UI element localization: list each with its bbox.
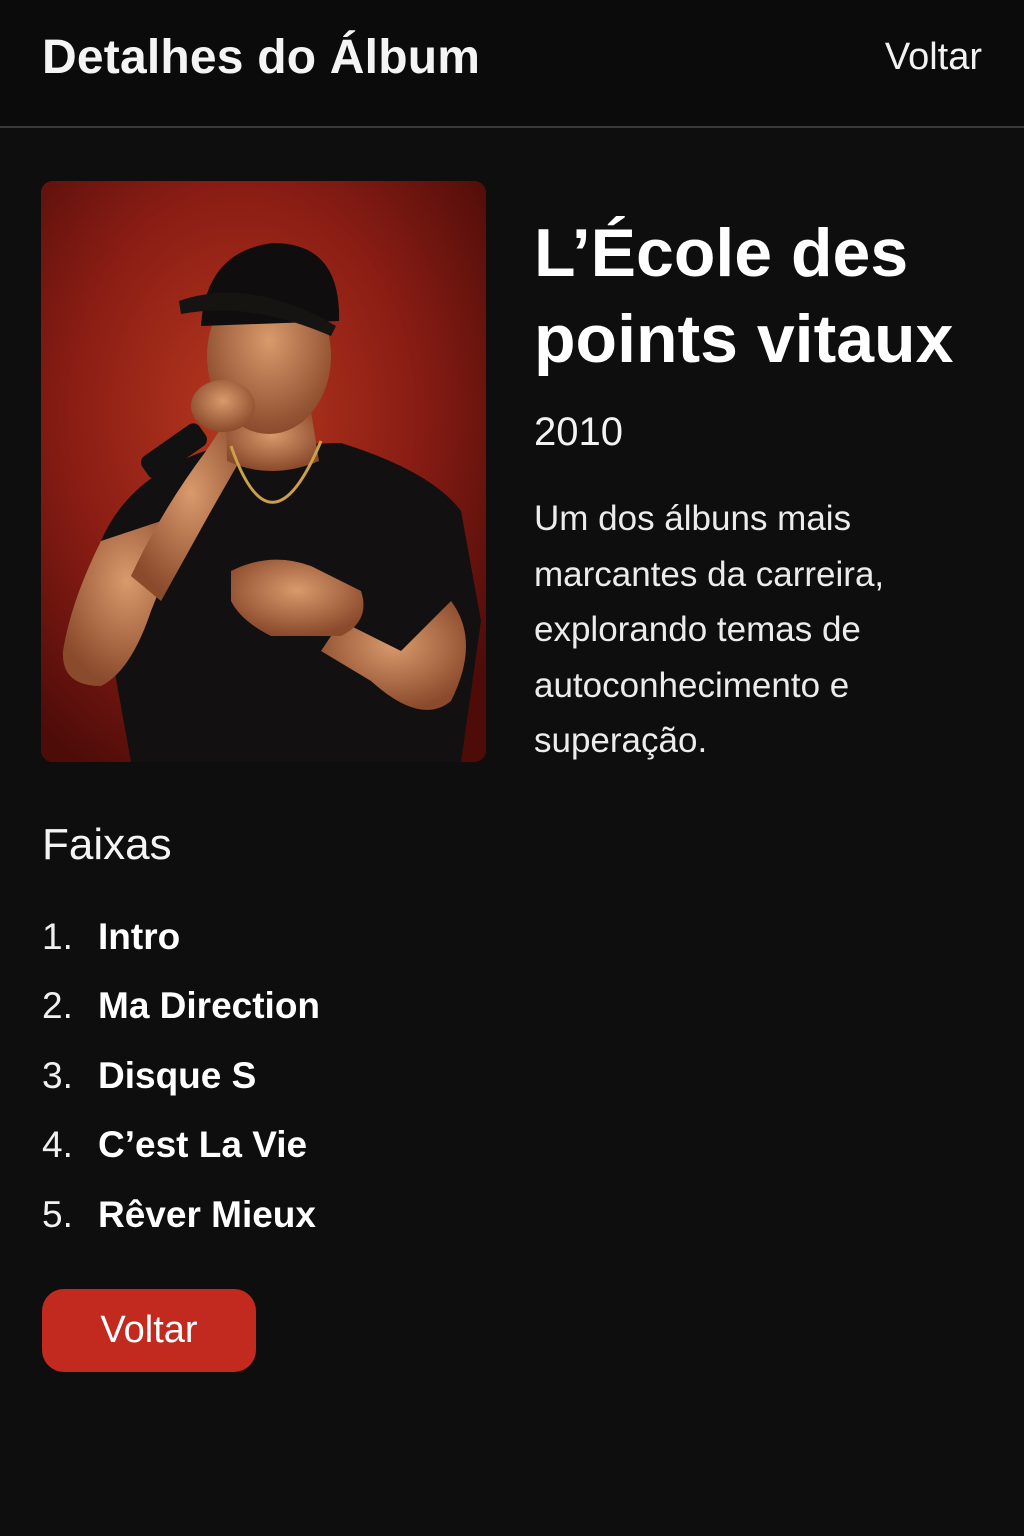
track-list: 1. Intro 2. Ma Direction 3. Disque S 4. … [42, 902, 320, 1250]
album-info: L’École des points vitaux 2010 Um dos ál… [534, 210, 994, 769]
header-back-link[interactable]: Voltar [885, 36, 982, 79]
track-number: 5. [42, 1193, 73, 1235]
top-bar: Detalhes do Álbum Voltar [0, 0, 1024, 128]
back-button[interactable]: Voltar [42, 1289, 256, 1372]
track-item[interactable]: 2. Ma Direction [42, 972, 320, 1042]
album-details-screen: Detalhes do Álbum Voltar L’École des poi… [0, 0, 1024, 1536]
page-title: Detalhes do Álbum [42, 31, 481, 84]
track-item[interactable]: 5. Rêver Mieux [42, 1180, 320, 1250]
track-item[interactable]: 3. Disque S [42, 1041, 320, 1111]
track-number: 3. [42, 1054, 73, 1096]
performer-illustration [41, 181, 486, 762]
track-number: 1. [42, 915, 73, 957]
track-name: Ma Direction [98, 985, 321, 1027]
album-title: L’École des points vitaux [534, 215, 954, 377]
track-item[interactable]: 1. Intro [42, 902, 320, 972]
track-number: 4. [42, 1124, 73, 1166]
track-name: Rêver Mieux [98, 1193, 316, 1235]
track-name: Intro [98, 915, 181, 957]
track-number: 2. [42, 985, 73, 1027]
album-year: 2010 [534, 410, 623, 454]
album-cover-image [41, 181, 486, 762]
tracks-heading: Faixas [42, 820, 172, 869]
track-name: C’est La Vie [98, 1124, 308, 1166]
track-name: Disque S [98, 1054, 257, 1096]
track-item[interactable]: 4. C’est La Vie [42, 1111, 320, 1181]
album-description: Um dos álbuns mais marcantes da carreira… [534, 499, 885, 760]
